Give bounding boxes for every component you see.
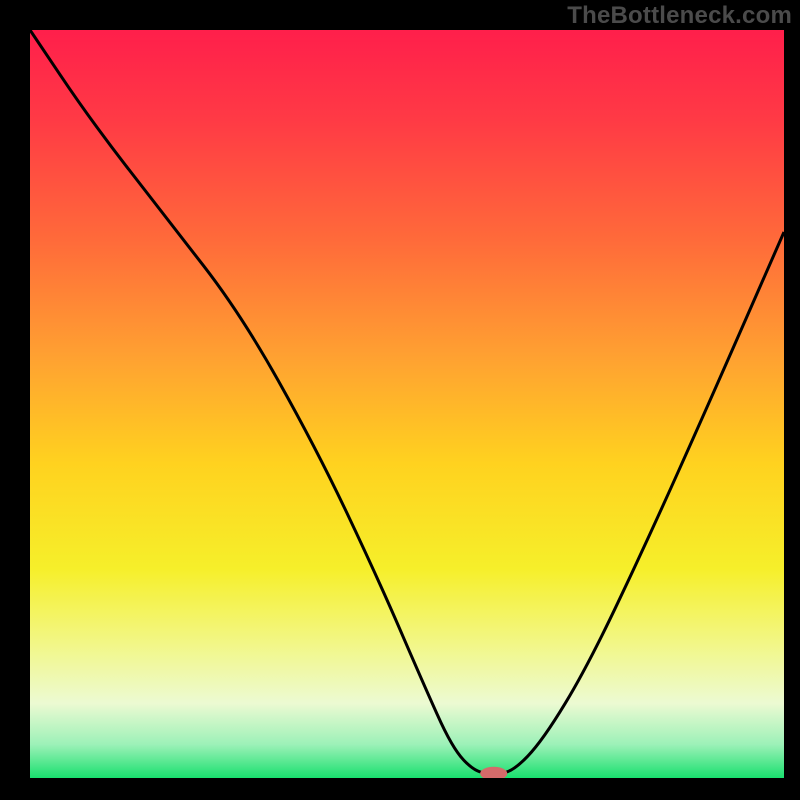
frame-border-left	[0, 0, 30, 800]
bottleneck-chart	[0, 0, 800, 800]
chart-frame: TheBottleneck.com	[0, 0, 800, 800]
frame-border-right	[784, 0, 800, 800]
frame-border-bottom	[0, 778, 800, 800]
watermark-text: TheBottleneck.com	[567, 2, 792, 30]
plot-background	[30, 30, 784, 778]
